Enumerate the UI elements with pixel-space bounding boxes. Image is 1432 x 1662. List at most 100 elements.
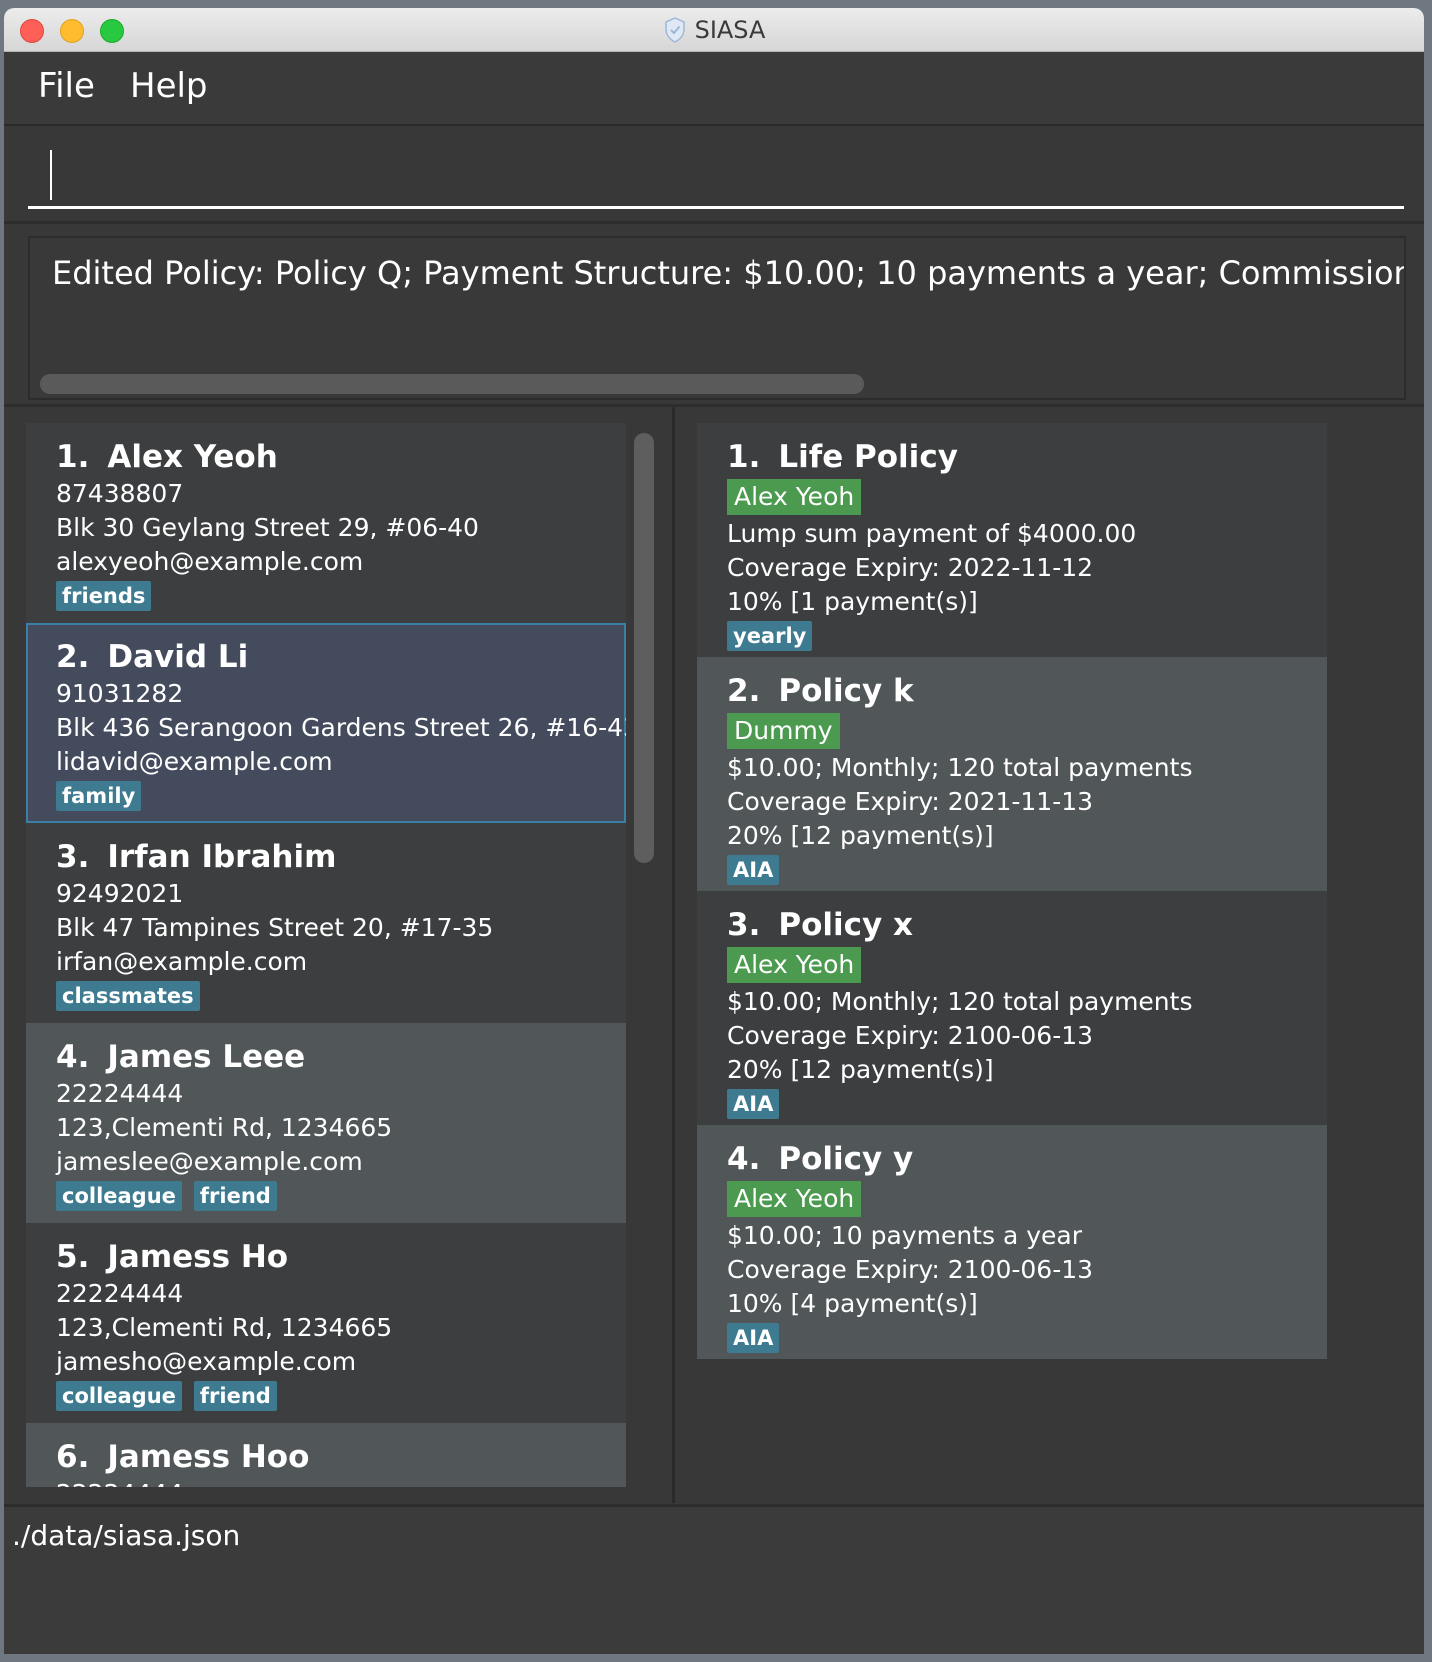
person-email: jamesho@example.com bbox=[56, 1347, 357, 1376]
result-display[interactable]: Edited Policy: Policy Q; Payment Structu… bbox=[28, 236, 1406, 400]
person-tag: friend bbox=[193, 1181, 277, 1211]
policy-title: 3. Policy x bbox=[727, 905, 1325, 945]
policy-tags: AIA bbox=[727, 1323, 1325, 1353]
policy-name: Policy k bbox=[778, 673, 914, 709]
policy-expiry: Coverage Expiry: 2100-06-13 bbox=[727, 1021, 1094, 1050]
person-title: 5. Jamess Ho bbox=[56, 1237, 624, 1277]
person-tags: family bbox=[56, 781, 624, 811]
policy-card[interactable]: 1. Life Policy Alex Yeoh Lump sum payment o… bbox=[697, 423, 1327, 657]
policy-list-panel: 1. Life Policy Alex Yeoh Lump sum payment o… bbox=[675, 407, 1424, 1503]
person-phone: 22224444 bbox=[56, 1079, 184, 1108]
person-tag: colleague bbox=[56, 1181, 182, 1211]
policy-expiry: Coverage Expiry: 2100-06-13 bbox=[727, 1255, 1094, 1284]
person-tags: classmates bbox=[56, 981, 624, 1011]
person-phone: 91031282 bbox=[56, 679, 184, 708]
person-address: Blk 47 Tampines Street 20, #17-35 bbox=[56, 913, 494, 942]
person-index: 2. bbox=[56, 639, 90, 675]
status-bar: ./data/siasa.json bbox=[4, 1504, 1424, 1654]
policy-expiry: Coverage Expiry: 2022-11-12 bbox=[727, 553, 1094, 582]
policy-payment: $10.00; 10 payments a year bbox=[727, 1221, 1082, 1250]
policy-tag: yearly bbox=[727, 621, 813, 651]
policy-name: Policy x bbox=[778, 907, 914, 943]
person-address: Blk 30 Geylang Street 29, #06-40 bbox=[56, 513, 479, 542]
policy-tag: AIA bbox=[727, 1089, 780, 1119]
person-name: Jamess Ho bbox=[107, 1239, 289, 1275]
person-tags: friends bbox=[56, 581, 624, 611]
person-list-scrollbar[interactable] bbox=[634, 433, 654, 863]
policy-list[interactable]: 1. Life Policy Alex Yeoh Lump sum payment o… bbox=[697, 423, 1327, 1487]
shield-icon bbox=[664, 16, 685, 43]
person-name: James Leee bbox=[107, 1039, 306, 1075]
policy-index: 4. bbox=[727, 1141, 761, 1177]
person-card[interactable]: 1. Alex Yeoh 87438807 Blk 30 Geylang Street… bbox=[26, 423, 626, 623]
result-horizontal-scrollbar[interactable] bbox=[40, 374, 864, 394]
policy-tag: AIA bbox=[727, 1323, 780, 1353]
person-card[interactable]: 3. Irfan Ibrahim 92492021 Blk 47 Tampines S… bbox=[26, 823, 626, 1023]
person-card[interactable]: 6. Jamess Hoo 22224444 bbox=[26, 1423, 626, 1487]
policy-client: Alex Yeoh bbox=[727, 479, 862, 515]
app-window: SIASA File Help Edited Policy: Policy Q;… bbox=[4, 8, 1424, 1654]
policy-commission: 10% [4 payment(s)] bbox=[727, 1289, 978, 1318]
person-title: 2. David Li bbox=[56, 637, 624, 677]
menu-file[interactable]: File bbox=[38, 66, 95, 106]
person-tag: friend bbox=[193, 1381, 277, 1411]
save-location: ./data/siasa.json bbox=[12, 1519, 241, 1552]
result-display-area: Edited Policy: Policy Q; Payment Structu… bbox=[4, 224, 1424, 407]
policy-card[interactable]: 3. Policy x Alex Yeoh $10.00; Monthly; 120 … bbox=[697, 891, 1327, 1125]
person-card[interactable]: 2. David Li 91031282 Blk 436 Serangoon Gard… bbox=[26, 623, 626, 823]
person-card[interactable]: 5. Jamess Ho 22224444 123,Clementi Rd, 1234… bbox=[26, 1223, 626, 1423]
policy-payment: $10.00; Monthly; 120 total payments bbox=[727, 987, 1193, 1016]
person-title: 1. Alex Yeoh bbox=[56, 437, 624, 477]
policy-title: 4. Policy y bbox=[727, 1139, 1325, 1179]
person-tag: family bbox=[56, 781, 142, 811]
person-tag: colleague bbox=[56, 1381, 182, 1411]
policy-card[interactable]: 2. Policy k Dummy $10.00; Monthly; 120 tota… bbox=[697, 657, 1327, 891]
policy-name: Life Policy bbox=[778, 439, 958, 475]
person-list[interactable]: 1. Alex Yeoh 87438807 Blk 30 Geylang Street… bbox=[26, 423, 626, 1487]
person-email: lidavid@example.com bbox=[56, 747, 333, 776]
command-box-area bbox=[4, 126, 1424, 224]
policy-index: 1. bbox=[727, 439, 761, 475]
policy-client: Alex Yeoh bbox=[727, 947, 862, 983]
policy-title: 2. Policy k bbox=[727, 671, 1325, 711]
person-email: irfan@example.com bbox=[56, 947, 308, 976]
person-address: 123,Clementi Rd, 1234665 bbox=[56, 1313, 393, 1342]
person-index: 4. bbox=[56, 1039, 90, 1075]
person-index: 3. bbox=[56, 839, 90, 875]
policy-client: Alex Yeoh bbox=[727, 1181, 862, 1217]
person-address: 123,Clementi Rd, 1234665 bbox=[56, 1113, 393, 1142]
policy-title: 1. Life Policy bbox=[727, 437, 1325, 477]
policy-tag: AIA bbox=[727, 855, 780, 885]
policy-index: 3. bbox=[727, 907, 761, 943]
policy-client: Dummy bbox=[727, 713, 840, 749]
person-index: 5. bbox=[56, 1239, 90, 1275]
person-name: Jamess Hoo bbox=[107, 1439, 310, 1475]
person-index: 1. bbox=[56, 439, 90, 475]
policy-card[interactable]: 4. Policy y Alex Yeoh $10.00; 10 payments a… bbox=[697, 1125, 1327, 1359]
policy-index: 2. bbox=[727, 673, 761, 709]
window-title: SIASA bbox=[694, 15, 766, 44]
policy-expiry: Coverage Expiry: 2021-11-13 bbox=[727, 787, 1094, 816]
person-card[interactable]: 4. James Leee 22224444 123,Clementi Rd, 123… bbox=[26, 1023, 626, 1223]
person-address: Blk 436 Serangoon Gardens Street 26, #16… bbox=[56, 713, 626, 742]
title-bar: SIASA bbox=[4, 8, 1424, 52]
menu-bar: File Help bbox=[4, 52, 1424, 126]
person-phone: 92492021 bbox=[56, 879, 184, 908]
person-phone: 22224444 bbox=[56, 1477, 624, 1487]
person-tags: colleague friend bbox=[56, 1381, 624, 1411]
policy-commission: 10% [1 payment(s)] bbox=[727, 587, 978, 616]
person-tag: friends bbox=[56, 581, 152, 611]
person-email: jameslee@example.com bbox=[56, 1147, 363, 1176]
lists-container: 1. Alex Yeoh 87438807 Blk 30 Geylang Street… bbox=[4, 407, 1424, 1503]
person-email: alexyeoh@example.com bbox=[56, 547, 364, 576]
text-caret bbox=[50, 150, 52, 200]
person-phone: 22224444 bbox=[56, 1279, 184, 1308]
command-input[interactable] bbox=[28, 140, 1404, 209]
policy-payment: $10.00; Monthly; 120 total payments bbox=[727, 753, 1193, 782]
person-tags: colleague friend bbox=[56, 1181, 624, 1211]
menu-help[interactable]: Help bbox=[130, 66, 208, 106]
person-name: David Li bbox=[107, 639, 249, 675]
policy-tags: yearly bbox=[727, 621, 1325, 651]
person-name: Irfan Ibrahim bbox=[107, 839, 337, 875]
person-tag: classmates bbox=[56, 981, 200, 1011]
